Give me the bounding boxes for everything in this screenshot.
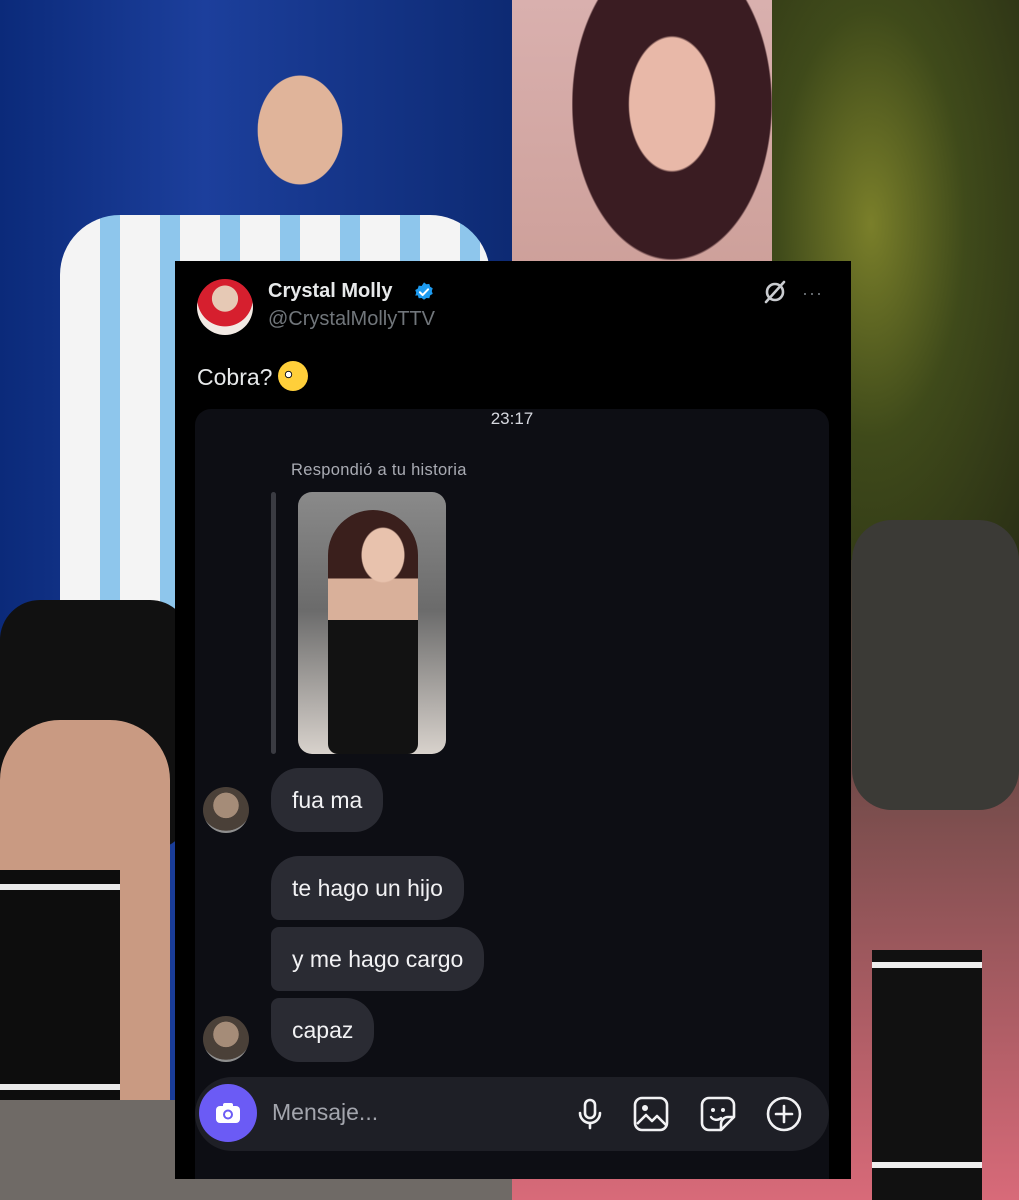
sock-shape xyxy=(872,950,982,1200)
portrait-shape xyxy=(572,0,772,260)
skirt-shape xyxy=(852,520,1019,810)
verified-badge-icon xyxy=(415,282,433,300)
grok-icon[interactable] xyxy=(762,279,788,305)
avatar[interactable] xyxy=(197,279,253,335)
message-composer: Mensaje... xyxy=(195,1077,829,1151)
camera-icon xyxy=(216,1103,240,1123)
reply-indicator-bar xyxy=(271,492,276,754)
more-options-icon[interactable]: ··· xyxy=(802,283,823,304)
sender-avatar[interactable] xyxy=(203,787,249,833)
message-bubble: y me hago cargo xyxy=(271,927,485,991)
flushed-face-emoji-icon xyxy=(278,361,309,391)
post-text: Cobra? xyxy=(197,361,309,391)
post-text-content: Cobra? xyxy=(197,364,273,390)
message-input[interactable]: Mensaje... xyxy=(272,1099,378,1126)
story-reply-label: Respondió a tu historia xyxy=(291,461,467,479)
handle[interactable]: @CrystalMollyTTV xyxy=(268,308,435,331)
display-name[interactable]: Crystal Molly xyxy=(268,280,392,303)
message-bubble: capaz xyxy=(271,998,375,1062)
microphone-icon[interactable] xyxy=(571,1095,609,1133)
embedded-dm-screenshot: 23:17 Respondió a tu historia fua ma te … xyxy=(195,409,829,1179)
message-timestamp: 23:17 xyxy=(490,409,534,428)
camera-button[interactable] xyxy=(199,1084,257,1142)
story-thumbnail[interactable] xyxy=(298,492,446,754)
message-bubble: te hago un hijo xyxy=(271,856,464,920)
sender-avatar[interactable] xyxy=(203,1016,249,1062)
sticker-icon[interactable] xyxy=(699,1095,737,1133)
message-bubble: fua ma xyxy=(271,768,384,832)
plus-icon[interactable] xyxy=(765,1095,803,1133)
gallery-icon[interactable] xyxy=(632,1095,670,1133)
story-figure-shape xyxy=(328,510,418,754)
post-card: Crystal Molly @CrystalMollyTTV ··· Cobra… xyxy=(175,261,851,1179)
